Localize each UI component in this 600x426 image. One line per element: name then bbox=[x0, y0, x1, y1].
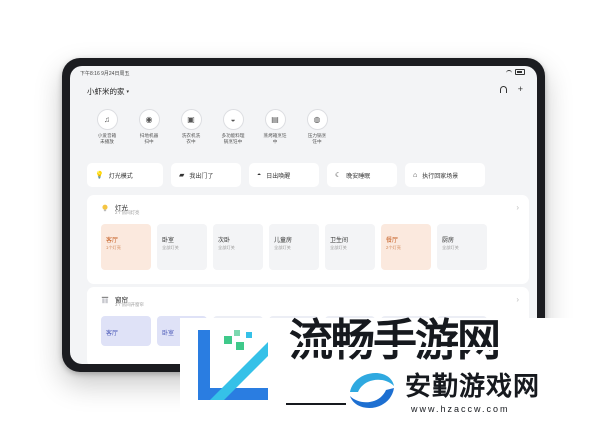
bell-icon[interactable] bbox=[499, 86, 507, 93]
device-label: 洗衣机洗 衣中 bbox=[181, 133, 201, 144]
watermark-text: 流畅手游网 bbox=[289, 316, 501, 365]
scene-button[interactable]: 💡 灯光模式 bbox=[87, 163, 163, 187]
bulb-icon bbox=[102, 204, 108, 212]
curtain-icon bbox=[101, 296, 109, 304]
chevron-right-icon[interactable]: › bbox=[516, 295, 519, 304]
scene-button[interactable]: ◓ 日出唤醒 bbox=[249, 163, 319, 187]
scene-list: 💡 灯光模式 ▰ 我出门了 ◓ 日出唤醒 ☾ 晚安睡眠 ⌂ 执行回家场景 bbox=[87, 163, 485, 187]
device-tile[interactable]: ◉ 扫地机器 扫中 bbox=[130, 109, 168, 145]
room-status: 1个灯亮 bbox=[106, 245, 121, 250]
scene-button[interactable]: ⌂ 执行回家场景 bbox=[405, 163, 485, 187]
pressure-cooker-icon: ◍ bbox=[306, 109, 328, 130]
status-bar: 下午8:16 9月24日周五 bbox=[70, 66, 537, 78]
home-name: 小虾米的家 bbox=[87, 87, 125, 96]
room-status: 全部灯关 bbox=[330, 245, 347, 250]
device-label: 小爱音箱 未播放 bbox=[97, 133, 117, 144]
room-status: 全部灯关 bbox=[274, 245, 291, 250]
light-card-subtitle: 2个房间灯亮 bbox=[115, 210, 140, 215]
curtain-card-subtitle: 3个房间开窗帘 bbox=[115, 302, 144, 307]
room-name: 餐厅 bbox=[386, 238, 399, 244]
cooker-icon: ◒ bbox=[222, 109, 244, 130]
device-label: 扫地机器 扫中 bbox=[139, 133, 159, 144]
device-list: ♫ 小爱音箱 未播放 ◉ 扫地机器 扫中 ▣ 洗衣机洗 衣中 ◒ 多功能料理 锅烹饪中… bbox=[88, 109, 336, 145]
light-card[interactable]: 灯光 2个房间灯亮 › 客厅 1个灯亮 卧室 全部灯关 次卧 全部灯关 儿童房 全部灯… bbox=[87, 195, 529, 284]
room-name: 客厅 bbox=[106, 238, 119, 244]
chevron-right-icon[interactable]: › bbox=[516, 203, 519, 212]
room-name: 卧室 bbox=[162, 238, 175, 244]
room-light-tile[interactable]: 卫生间 全部灯关 bbox=[325, 224, 375, 270]
room-name: 卧室 bbox=[162, 331, 175, 337]
room-name: 次卧 bbox=[218, 238, 231, 244]
device-tile[interactable]: ♫ 小爱音箱 未播放 bbox=[88, 109, 126, 145]
scene-label: 我出门了 bbox=[189, 173, 214, 180]
scene-label: 日出唤醒 bbox=[266, 173, 291, 180]
scene-label: 灯光模式 bbox=[108, 173, 133, 180]
device-tile[interactable]: ◍ 压力锅烹 饪中 bbox=[298, 109, 336, 145]
washer-icon: ▣ bbox=[180, 109, 202, 130]
device-label: 蒸烤箱烹饪 中 bbox=[263, 133, 287, 144]
home-selector[interactable]: 小虾米的家 ▾ bbox=[87, 86, 129, 97]
scene-button[interactable]: ☾ 晚安睡眠 bbox=[327, 163, 397, 187]
door-icon: ▰ bbox=[179, 172, 185, 179]
moon-icon: ☾ bbox=[335, 172, 342, 179]
room-light-tile[interactable]: 客厅 1个灯亮 bbox=[101, 224, 151, 270]
room-name: 卫生间 bbox=[330, 238, 349, 244]
wifi-icon bbox=[506, 69, 512, 75]
device-label: 多功能料理 锅烹饪中 bbox=[221, 133, 245, 144]
room-light-tile[interactable]: 厨房 全部灯关 bbox=[437, 224, 487, 270]
device-tile[interactable]: ◒ 多功能料理 锅烹饪中 bbox=[214, 109, 252, 145]
robot-vacuum-icon: ◉ bbox=[138, 109, 160, 130]
watermark-logo-icon bbox=[198, 330, 268, 400]
scene-button[interactable]: ▰ 我出门了 bbox=[171, 163, 241, 187]
room-light-tile[interactable]: 次卧 全部灯关 bbox=[213, 224, 263, 270]
bulb-icon: 💡 bbox=[95, 172, 104, 179]
sunrise-icon: ◓ bbox=[257, 171, 262, 179]
room-light-tile[interactable]: 卧室 全部灯关 bbox=[157, 224, 207, 270]
room-name: 厨房 bbox=[442, 238, 455, 244]
home-icon: ⌂ bbox=[413, 171, 418, 179]
room-light-tile[interactable]: 餐厅 2个灯亮 bbox=[381, 224, 431, 270]
room-status: 全部灯关 bbox=[162, 245, 179, 250]
watermark-divider bbox=[286, 403, 346, 405]
room-status: 全部灯关 bbox=[442, 245, 459, 250]
room-status: 全部灯关 bbox=[218, 245, 235, 250]
watermark-url: www.hzaccw.com bbox=[411, 404, 510, 414]
scene-label: 执行回家场景 bbox=[422, 173, 459, 180]
scene-label: 晚安睡眠 bbox=[346, 173, 371, 180]
chevron-down-icon: ▾ bbox=[126, 88, 130, 95]
status-time: 下午8:16 9月24日周五 bbox=[80, 71, 130, 77]
device-tile[interactable]: ▤ 蒸烤箱烹饪 中 bbox=[256, 109, 294, 145]
room-name: 客厅 bbox=[106, 331, 119, 337]
oven-icon: ▤ bbox=[264, 109, 286, 130]
watermark-swirl-icon bbox=[350, 373, 394, 408]
watermark-brand: 安勤游戏网 bbox=[405, 371, 541, 401]
speaker-icon: ♫ bbox=[96, 109, 118, 130]
device-tile[interactable]: ▣ 洗衣机洗 衣中 bbox=[172, 109, 210, 145]
room-name: 儿童房 bbox=[274, 238, 293, 244]
device-label: 压力锅烹 饪中 bbox=[307, 133, 327, 144]
room-curtain-tile[interactable]: 客厅 bbox=[101, 316, 151, 346]
add-icon[interactable]: + bbox=[518, 84, 523, 94]
room-light-tile[interactable]: 儿童房 全部灯关 bbox=[269, 224, 319, 270]
battery-icon bbox=[515, 69, 525, 75]
room-status: 2个灯亮 bbox=[386, 245, 401, 250]
